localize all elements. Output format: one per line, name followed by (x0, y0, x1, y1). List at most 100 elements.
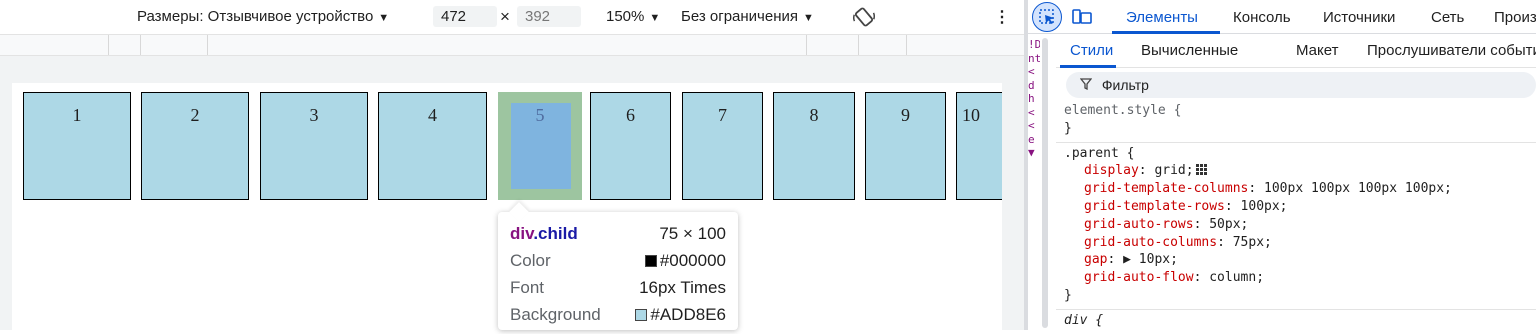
inspect-element-button[interactable] (1032, 2, 1062, 32)
ruler-tick (140, 35, 141, 55)
grid-editor-icon[interactable] (1194, 163, 1210, 176)
tooltip-color-value: #000000 (659, 251, 726, 270)
tooltip-font-value: 16px Times (639, 278, 726, 297)
ruler-tick (806, 35, 807, 55)
tab-elements[interactable]: Элементы (1126, 9, 1198, 26)
tab-network[interactable]: Сеть (1431, 9, 1464, 26)
tab-styles[interactable]: Стили (1070, 42, 1113, 59)
inspect-tooltip: div.child 75 × 100 Color #000000 Font 16… (498, 202, 738, 330)
rule-selector: element.style { (1064, 103, 1182, 118)
tab-computed[interactable]: Вычисленные (1141, 42, 1238, 59)
throttle-dropdown[interactable]: Без ограничения ▼ (681, 8, 814, 25)
element-style-rule[interactable]: element.style { } (1056, 100, 1536, 143)
grid-cell: 10 (956, 92, 1002, 200)
dimensions-dropdown[interactable]: Размеры: Отзывчивое устройство ▼ (137, 8, 389, 25)
tooltip-font-label: Font (510, 278, 545, 297)
css-declaration[interactable]: grid-auto-columns: 75px; (1064, 234, 1528, 252)
grid-cell: 7 (682, 92, 763, 200)
zoom-dropdown[interactable]: 150% ▼ (606, 8, 660, 25)
tooltip-color-row: Color #000000 (510, 247, 726, 274)
css-property: grid-auto-columns (1084, 234, 1218, 250)
ruler-tick (108, 35, 109, 55)
color-swatch (644, 255, 657, 267)
dom-fragment[interactable]: !D (1028, 38, 1040, 52)
device-toggle-icon[interactable] (1072, 8, 1092, 26)
grid-cell: 8 (773, 92, 855, 200)
dom-fragment[interactable]: h (1028, 92, 1040, 106)
tooltip-tag: div (510, 224, 534, 243)
rule-close: } (1064, 120, 1072, 136)
tooltip-size: 75 × 100 (659, 224, 726, 243)
css-property: grid-template-columns (1084, 181, 1249, 197)
dom-fragment[interactable]: < (1028, 65, 1040, 79)
zoom-label: 150% (606, 8, 645, 25)
dom-fragment[interactable]: ▼ (1028, 146, 1040, 160)
css-value: 50px; (1209, 216, 1249, 232)
css-property: grid-template-rows (1084, 198, 1225, 214)
grid-cell-highlighted: 5 (498, 92, 582, 200)
width-input[interactable]: 472 (433, 6, 497, 27)
tab-performance[interactable]: Произ (1494, 9, 1536, 26)
styles-rules: element.style { } .parent { display: gri… (1056, 100, 1536, 330)
dom-fragment[interactable]: d (1028, 79, 1040, 93)
filter-icon (1079, 77, 1093, 93)
parent-rule[interactable]: .parent { display: grid; grid-template-c… (1056, 143, 1536, 310)
grid-cell: 1 (23, 92, 131, 200)
dom-scrollbar[interactable] (1042, 38, 1048, 328)
dom-fragment[interactable]: nt (1028, 52, 1040, 66)
media-query-ruler (0, 34, 1024, 56)
devtools-panel: Элементы Консоль Источники Сеть Произ !D… (1028, 0, 1536, 330)
grid-cell: 2 (141, 92, 249, 200)
grid-cell: 6 (590, 92, 671, 200)
throttle-label: Без ограничения (681, 8, 799, 25)
css-value: 100px 100px 100px 100px; (1264, 181, 1452, 197)
ruler-tick (207, 35, 208, 55)
inspect-cursor-icon (1039, 9, 1054, 24)
rule-selector: div { (1064, 312, 1104, 328)
rule-close: } (1064, 287, 1072, 303)
tab-event-listeners[interactable]: Прослушиватели событий (1367, 42, 1536, 59)
tooltip-header: div.child 75 × 100 (510, 220, 726, 247)
background-swatch (635, 309, 648, 321)
rotate-icon[interactable] (851, 5, 877, 33)
css-value: column; (1209, 270, 1265, 286)
filter-input[interactable]: Фильтр (1066, 72, 1536, 98)
dom-fragment[interactable]: < (1028, 119, 1040, 133)
tooltip-color-label: Color (510, 251, 551, 270)
css-declaration[interactable]: grid-template-rows: 100px; (1064, 198, 1528, 216)
css-declaration[interactable]: grid-auto-rows: 50px; (1064, 216, 1528, 234)
css-declaration[interactable]: grid-template-columns: 100px 100px 100px… (1064, 180, 1528, 198)
grid-cell: 9 (865, 92, 946, 200)
tooltip-background-label: Background (510, 305, 601, 324)
css-property: gap (1084, 252, 1108, 268)
dom-tree-strip: !D nt < d h < < e ▼ (1028, 34, 1040, 330)
dimensions-label: Размеры: Отзывчивое устройство (137, 8, 374, 25)
times-sign: × (500, 7, 510, 26)
rule-selector: .parent { (1064, 145, 1135, 161)
dom-fragment[interactable]: e (1028, 133, 1040, 147)
more-options-icon[interactable]: ⋮ (994, 7, 1010, 27)
dom-fragment[interactable]: < (1028, 106, 1040, 120)
ruler-tick (906, 35, 907, 55)
css-declaration[interactable]: grid-auto-flow: column; (1064, 269, 1528, 287)
tab-console[interactable]: Консоль (1233, 9, 1291, 26)
css-property: grid-auto-flow (1084, 270, 1194, 286)
grid-cell-label: 5 (535, 105, 545, 125)
tab-layout[interactable]: Макет (1296, 42, 1338, 59)
styles-subtabs: Стили Вычисленные Макет Прослушиватели с… (1056, 34, 1536, 68)
css-value: ▶ 10px; (1123, 252, 1178, 268)
css-value: 100px; (1240, 198, 1288, 214)
css-declaration[interactable]: gap: ▶ 10px; (1064, 251, 1528, 269)
tooltip-font-row: Font 16px Times (510, 274, 726, 301)
filter-placeholder: Фильтр (1101, 77, 1149, 93)
grid-cell: 4 (378, 92, 487, 200)
tab-sources[interactable]: Источники (1323, 9, 1395, 26)
chevron-down-icon: ▼ (803, 12, 814, 24)
tooltip-background-row: Background #ADD8E6 (510, 301, 726, 328)
css-declaration[interactable]: display: grid; (1064, 162, 1528, 180)
height-input[interactable]: 392 (517, 6, 581, 27)
css-property: grid-auto-rows (1084, 216, 1194, 232)
device-toolbar: Размеры: Отзывчивое устройство ▼ 472 × 39… (0, 0, 1024, 34)
ruler-tick (858, 35, 859, 55)
active-subtab-indicator (1060, 65, 1116, 68)
